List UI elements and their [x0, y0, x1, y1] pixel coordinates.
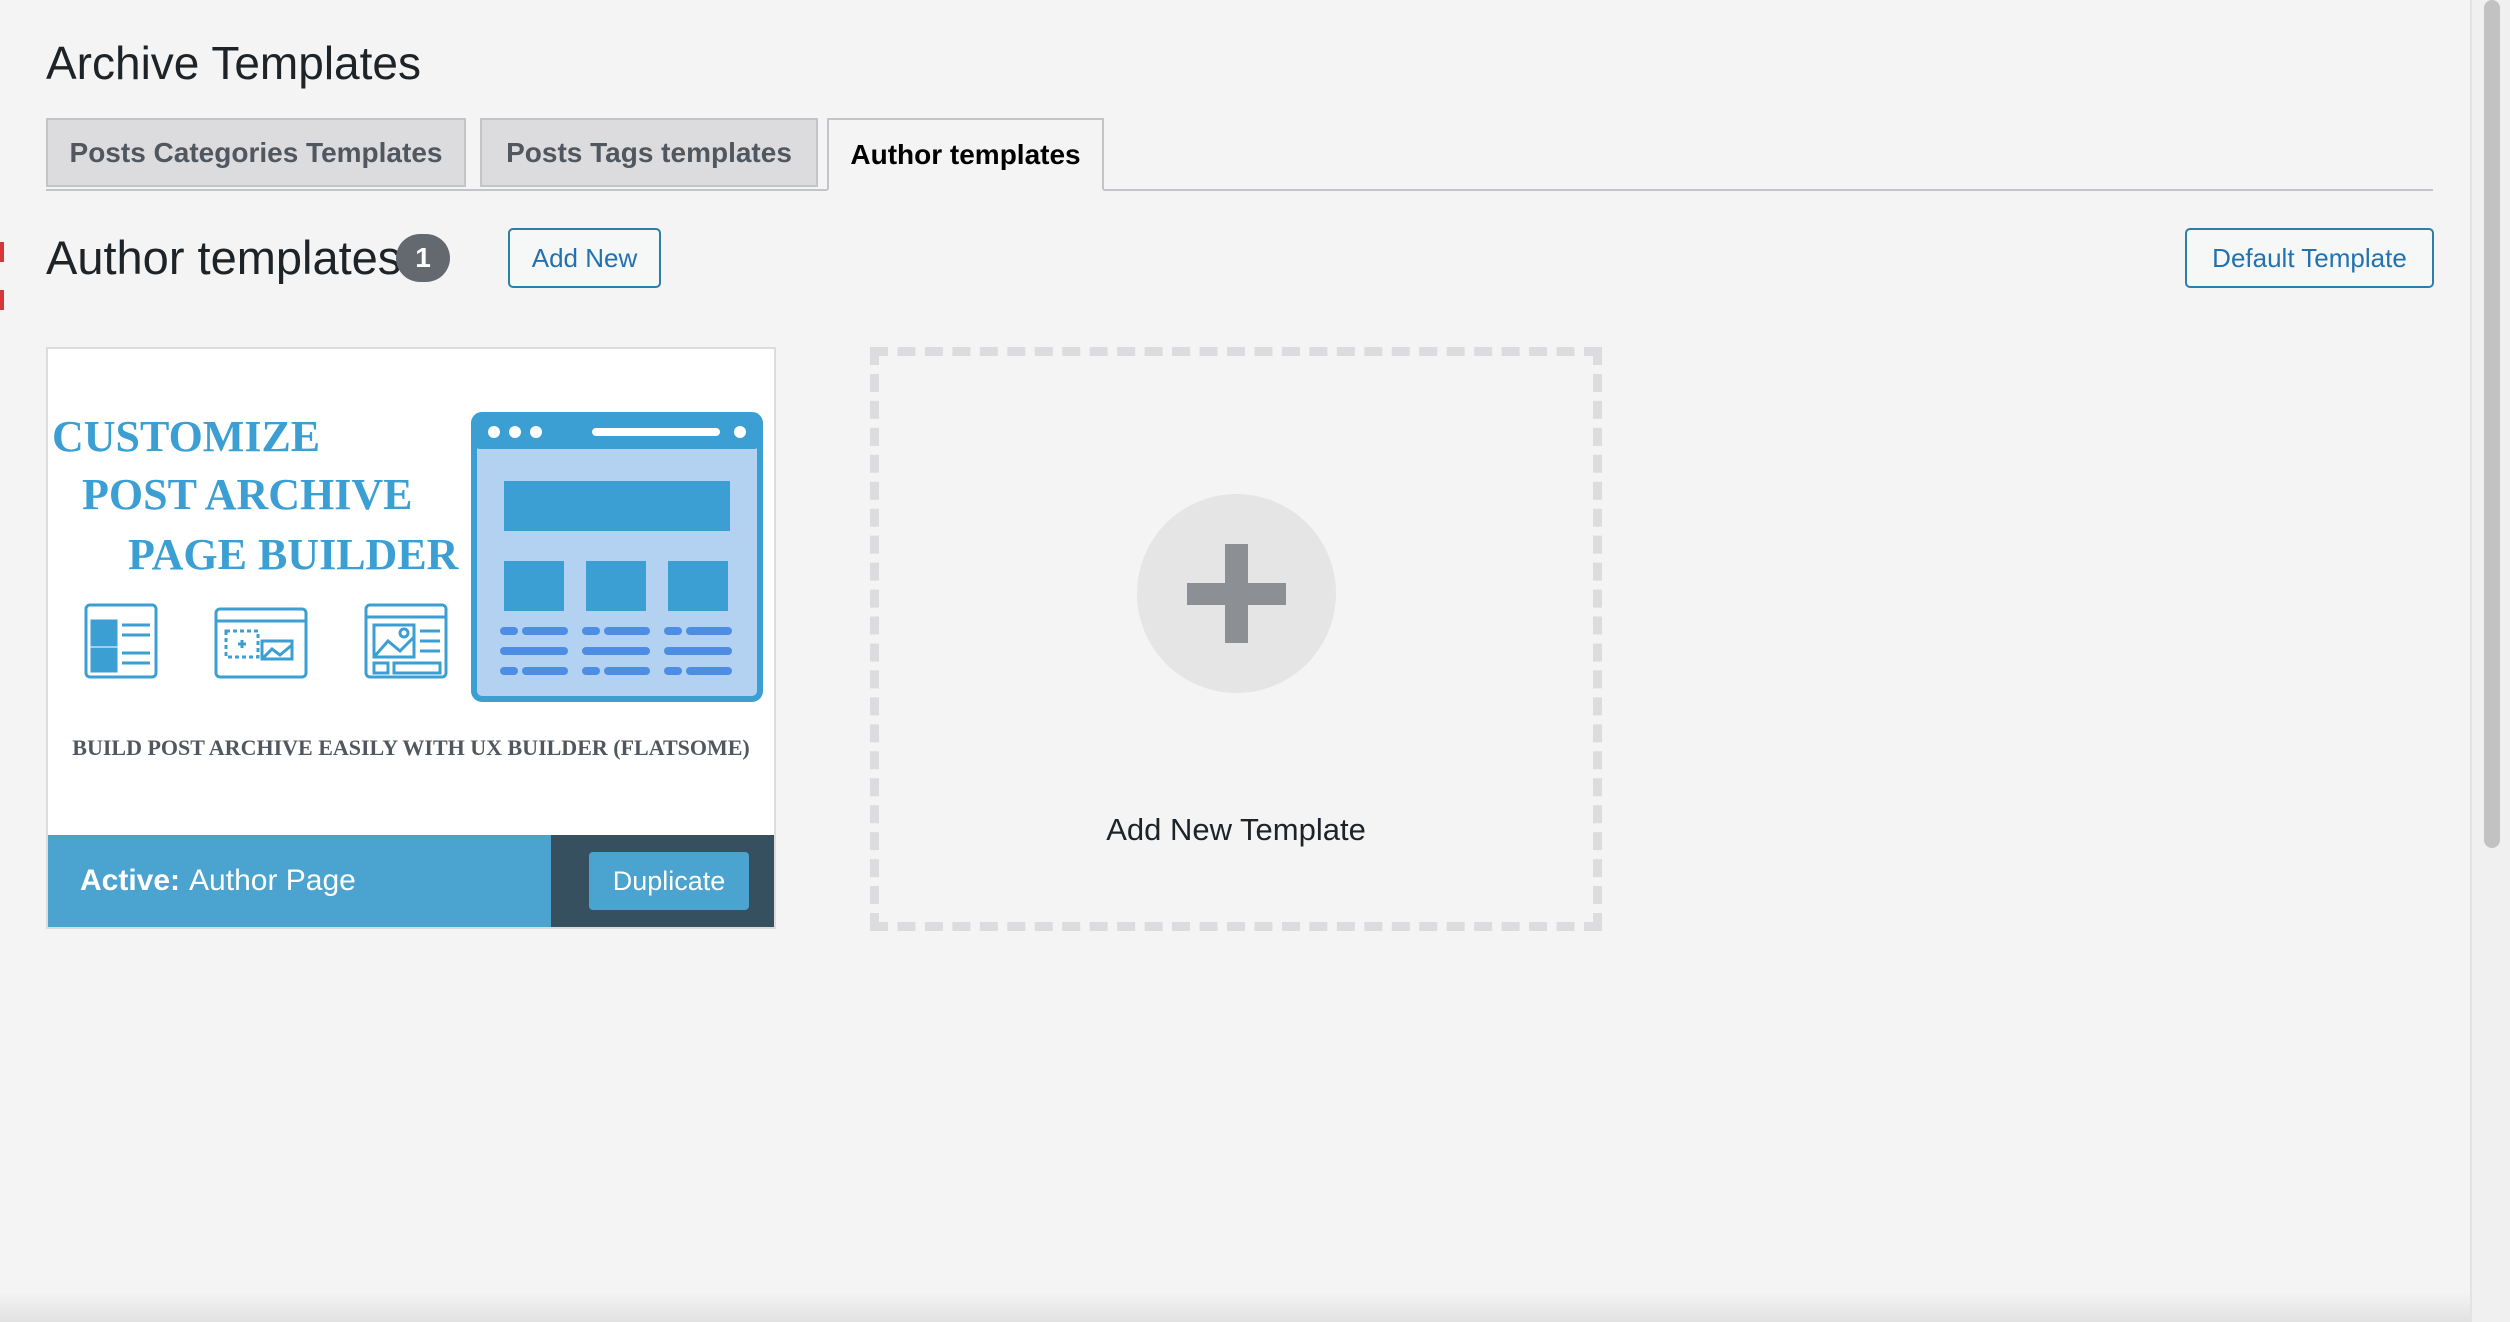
preview-headline-line: POST ARCHIVE — [82, 470, 413, 519]
template-card[interactable]: CUSTOMIZE POST ARCHIVE PAGE BUILDER BUIL… — [46, 347, 776, 929]
preview-headline-line: PAGE BUILDER — [128, 530, 460, 579]
window-bottom-edge — [0, 1292, 2470, 1322]
tab-posts-categories-templates[interactable]: Posts Categories Templates — [46, 118, 466, 187]
template-preview-image: CUSTOMIZE POST ARCHIVE PAGE BUILDER BUIL… — [48, 349, 774, 835]
tab-author-templates[interactable]: Author templates — [827, 118, 1104, 191]
active-status-prefix: Active: — [80, 864, 181, 897]
template-card-footer: Active: Author Page Duplicate — [48, 835, 774, 927]
scrollbar-thumb[interactable] — [2484, 0, 2500, 848]
default-template-button[interactable]: Default Template — [2185, 228, 2434, 288]
template-count-badge: 1 — [396, 234, 450, 282]
browser-window-icon — [471, 412, 763, 702]
active-template-status: Active: Author Page — [80, 835, 356, 927]
tab-bar: Posts Categories Templates Posts Tags te… — [46, 118, 2433, 191]
template-actions: Duplicate — [551, 835, 774, 927]
preview-tagline: BUILD POST ARCHIVE EASILY WITH UX BUILDE… — [72, 735, 749, 760]
page-title: Archive Templates — [46, 37, 421, 89]
add-new-button[interactable]: Add New — [508, 228, 661, 288]
tab-posts-tags-templates[interactable]: Posts Tags templates — [480, 118, 818, 187]
active-template-name: Author Page — [189, 864, 356, 897]
plus-icon — [1137, 494, 1336, 693]
duplicate-button[interactable]: Duplicate — [589, 852, 749, 910]
preview-headline-line: CUSTOMIZE — [52, 412, 320, 461]
admin-menu-edge-mark — [0, 242, 4, 262]
add-new-template-card[interactable]: Add New Template — [870, 347, 1602, 931]
add-new-template-label: Add New Template — [1106, 812, 1366, 847]
section-title: Author templates — [46, 231, 402, 284]
admin-menu-edge-mark — [0, 290, 4, 310]
vertical-scrollbar[interactable] — [2470, 0, 2510, 1322]
